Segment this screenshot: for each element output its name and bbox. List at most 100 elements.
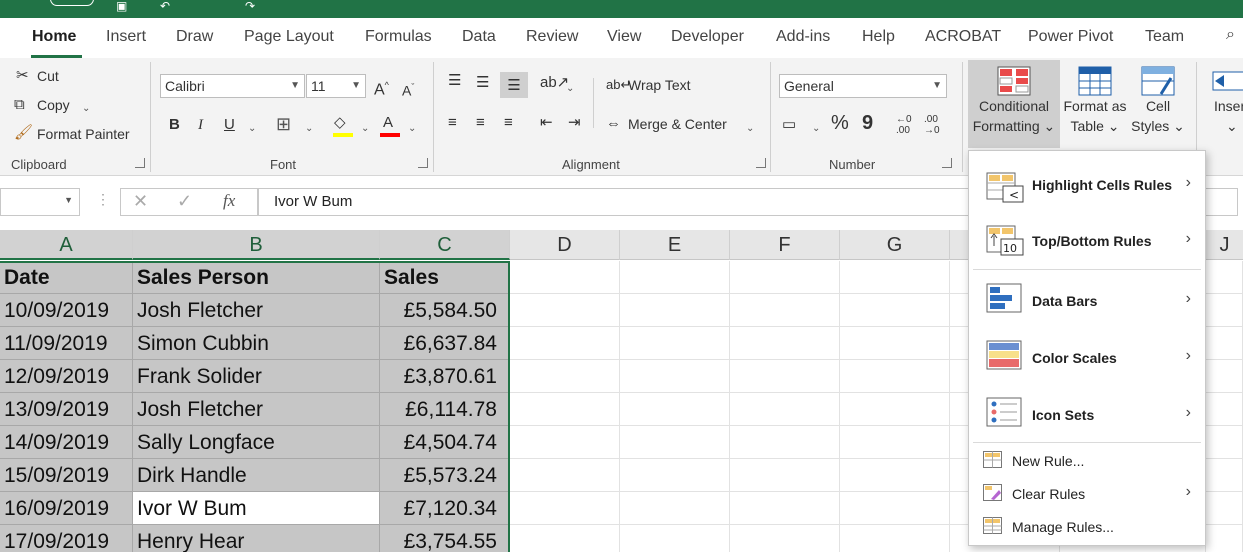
empty-cell[interactable]: [840, 459, 950, 492]
empty-cell[interactable]: [620, 492, 730, 525]
empty-cell[interactable]: [1206, 492, 1243, 525]
merge-center-button[interactable]: Merge & Center: [628, 116, 727, 132]
tab-formulas[interactable]: Formulas: [365, 28, 432, 46]
name-box[interactable]: ▼: [0, 188, 80, 216]
empty-cell[interactable]: [840, 525, 950, 552]
tab-draw[interactable]: Draw: [176, 28, 213, 46]
column-header-d[interactable]: D: [510, 230, 620, 260]
percent-style-button[interactable]: %: [831, 113, 849, 133]
decrease-decimal-icon[interactable]: .00 →0: [924, 114, 940, 136]
empty-cell[interactable]: [730, 426, 840, 459]
decrease-indent-icon[interactable]: ⇤: [540, 114, 553, 132]
tab-acrobat[interactable]: ACROBAT: [925, 28, 1001, 46]
font-color-icon[interactable]: A: [383, 114, 393, 132]
decrease-font-icon[interactable]: Aˇ: [402, 78, 414, 100]
format-as-table-button[interactable]: Format as Table ⌄: [1062, 60, 1128, 148]
empty-cell[interactable]: [620, 294, 730, 327]
clipboard-launcher-icon[interactable]: [135, 158, 145, 168]
menu-item-data-bars[interactable]: Data Bars ›: [969, 272, 1205, 328]
empty-cell[interactable]: [1206, 294, 1243, 327]
empty-cell[interactable]: [1206, 261, 1243, 294]
empty-cell[interactable]: [510, 294, 620, 327]
table-cell[interactable]: £5,573.24: [380, 459, 510, 492]
table-cell[interactable]: 10/09/2019: [0, 294, 133, 327]
table-cell[interactable]: Sally Longface: [133, 426, 380, 459]
empty-cell[interactable]: [510, 525, 620, 552]
align-bottom-icon[interactable]: ☰: [500, 72, 528, 98]
empty-cell[interactable]: [1206, 459, 1243, 492]
increase-indent-icon[interactable]: ⇥: [568, 114, 581, 132]
table-cell[interactable]: Josh Fletcher: [133, 294, 380, 327]
align-middle-icon[interactable]: ☰: [476, 74, 489, 92]
table-cell[interactable]: £3,870.61: [380, 360, 510, 393]
align-top-icon[interactable]: ☰: [448, 72, 461, 90]
table-cell[interactable]: 13/09/2019: [0, 393, 133, 426]
empty-cell[interactable]: [730, 261, 840, 294]
empty-cell[interactable]: [840, 360, 950, 393]
empty-cell[interactable]: [510, 261, 620, 294]
empty-cell[interactable]: [1206, 327, 1243, 360]
menu-item-clear-rules[interactable]: Clear Rules ›: [969, 478, 1205, 510]
tab-help[interactable]: Help: [862, 28, 895, 46]
empty-cell[interactable]: [510, 492, 620, 525]
table-cell[interactable]: 15/09/2019: [0, 459, 133, 492]
empty-cell[interactable]: [840, 426, 950, 459]
empty-cell[interactable]: [510, 426, 620, 459]
active-cell[interactable]: Ivor W Bum: [133, 492, 380, 525]
column-header-c[interactable]: C: [380, 230, 510, 260]
empty-cell[interactable]: [840, 294, 950, 327]
column-header-g[interactable]: G: [840, 230, 950, 260]
table-header-cell[interactable]: Sales Person: [133, 261, 380, 294]
empty-cell[interactable]: [730, 525, 840, 552]
conditional-formatting-button[interactable]: Conditional Formatting ⌄: [968, 60, 1060, 148]
empty-cell[interactable]: [510, 327, 620, 360]
save-icon[interactable]: ▣: [116, 0, 127, 12]
cancel-icon[interactable]: ✕: [133, 191, 148, 212]
column-header-a[interactable]: A: [0, 230, 133, 260]
wrap-text-button[interactable]: Wrap Text: [628, 77, 691, 93]
underline-button[interactable]: U: [224, 116, 235, 134]
empty-cell[interactable]: [510, 360, 620, 393]
accounting-format-icon[interactable]: ▭: [782, 116, 796, 134]
empty-cell[interactable]: [730, 327, 840, 360]
empty-cell[interactable]: [620, 525, 730, 552]
empty-cell[interactable]: [620, 327, 730, 360]
tab-insert[interactable]: Insert: [106, 28, 146, 46]
table-cell[interactable]: £6,114.78: [380, 393, 510, 426]
enter-icon[interactable]: ✓: [177, 191, 192, 212]
chevron-down-icon[interactable]: ⌄: [248, 120, 256, 138]
tab-page-layout[interactable]: Page Layout: [244, 28, 334, 46]
menu-item-top-bottom-rules[interactable]: 10 Top/Bottom Rules ›: [969, 215, 1205, 269]
table-cell[interactable]: Simon Cubbin: [133, 327, 380, 360]
tab-home[interactable]: Home: [32, 28, 76, 46]
table-cell[interactable]: Josh Fletcher: [133, 393, 380, 426]
empty-cell[interactable]: [730, 360, 840, 393]
empty-cell[interactable]: [730, 492, 840, 525]
menu-item-highlight-cells-rules[interactable]: < Highlight Cells Rules ›: [969, 159, 1205, 215]
empty-cell[interactable]: [620, 426, 730, 459]
insert-cells-button[interactable]: Inser ⌄: [1206, 60, 1243, 148]
menu-item-icon-sets[interactable]: Icon Sets ›: [969, 386, 1205, 442]
chevron-down-icon[interactable]: ⌄: [812, 120, 820, 138]
table-cell[interactable]: 14/09/2019: [0, 426, 133, 459]
tab-view[interactable]: View: [607, 28, 641, 46]
comma-style-button[interactable]: 9: [862, 113, 873, 133]
font-name-combo[interactable]: Calibri ▼: [160, 74, 305, 98]
chevron-down-icon[interactable]: ⌄: [82, 100, 90, 118]
table-cell[interactable]: Dirk Handle: [133, 459, 380, 492]
empty-cell[interactable]: [620, 393, 730, 426]
empty-cell[interactable]: [1206, 426, 1243, 459]
empty-cell[interactable]: [840, 492, 950, 525]
italic-button[interactable]: I: [198, 116, 203, 134]
tab-review[interactable]: Review: [526, 28, 578, 46]
chevron-down-icon[interactable]: ⌄: [408, 120, 416, 138]
empty-cell[interactable]: [840, 327, 950, 360]
tab-add-ins[interactable]: Add-ins: [776, 28, 830, 46]
empty-cell[interactable]: [620, 360, 730, 393]
align-left-icon[interactable]: ≡: [448, 114, 457, 132]
fill-color-icon[interactable]: ◇: [334, 114, 346, 132]
font-launcher-icon[interactable]: [418, 158, 428, 168]
empty-cell[interactable]: [840, 261, 950, 294]
borders-icon[interactable]: ⊞: [276, 115, 291, 133]
empty-cell[interactable]: [1206, 393, 1243, 426]
